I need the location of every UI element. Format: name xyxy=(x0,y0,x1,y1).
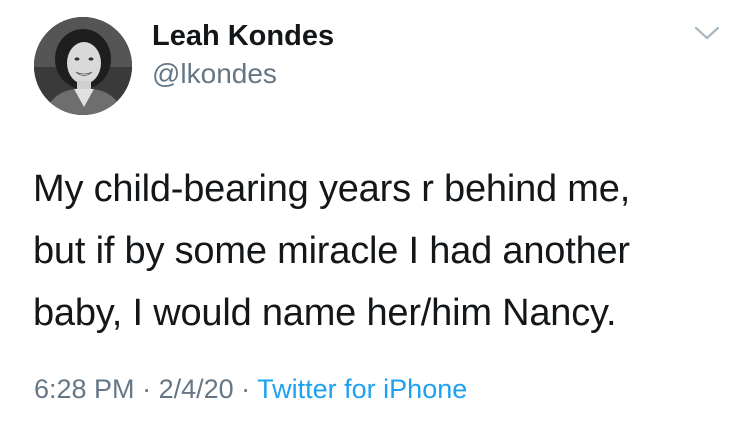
tweet-source-link[interactable]: Twitter for iPhone xyxy=(257,374,467,404)
tweet-time[interactable]: 6:28 PM xyxy=(34,374,135,404)
tweet-text-line: but if by some miracle I had another xyxy=(33,230,630,272)
meta-separator: · xyxy=(233,374,258,404)
tweet-card: Leah Kondes @lkondes My child-bearing ye… xyxy=(0,0,750,426)
tweet-date[interactable]: 2/4/20 xyxy=(159,374,234,404)
tweet-text-line: baby, I would name her/him Nancy. xyxy=(33,292,617,334)
avatar-photo-icon xyxy=(34,17,132,115)
user-handle[interactable]: @lkondes xyxy=(152,58,277,90)
tweet-text-line: My child-bearing years r behind me, xyxy=(33,168,631,210)
chevron-down-icon[interactable] xyxy=(692,22,722,44)
meta-separator: · xyxy=(134,374,159,404)
avatar[interactable] xyxy=(34,17,132,115)
display-name[interactable]: Leah Kondes xyxy=(152,20,334,53)
tweet-text: My child-bearing years r behind me, but … xyxy=(33,158,733,344)
tweet-meta: 6:28 PM · 2/4/20 · Twitter for iPhone xyxy=(34,374,467,405)
